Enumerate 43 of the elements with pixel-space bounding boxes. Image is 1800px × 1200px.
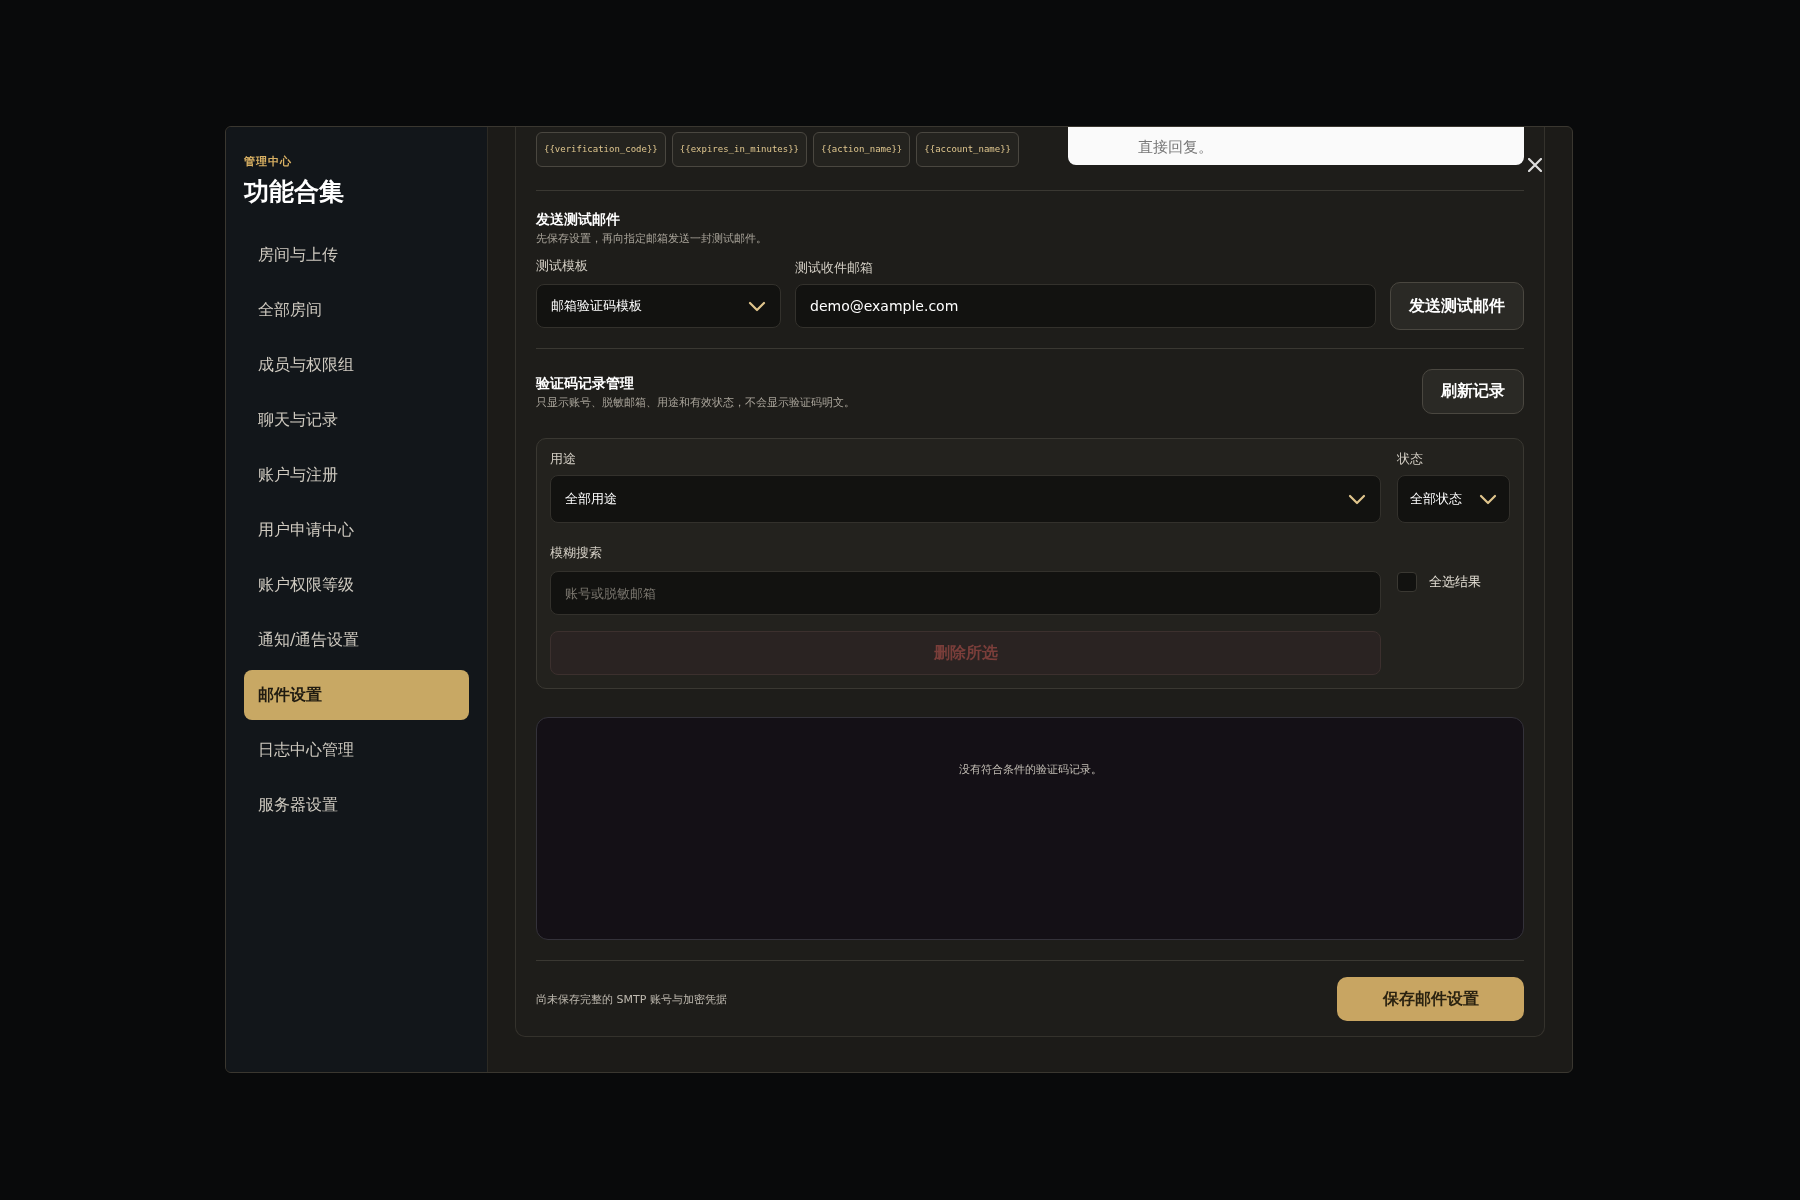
sidebar-eyebrow: 管理中心 bbox=[244, 154, 292, 169]
sidebar-item[interactable]: 服务器设置 bbox=[244, 780, 469, 830]
sidebar-item[interactable]: 房间与上传 bbox=[244, 230, 469, 280]
sidebar-item[interactable]: 日志中心管理 bbox=[244, 725, 469, 775]
refresh-button[interactable]: 刷新记录 bbox=[1422, 369, 1524, 414]
sidebar-item[interactable]: 全部房间 bbox=[244, 285, 469, 335]
field-label: 用途 bbox=[550, 451, 577, 468]
field-label: 模糊搜索 bbox=[550, 545, 603, 562]
sidebar-item[interactable]: 用户申请中心 bbox=[244, 505, 469, 555]
chevron-down-icon bbox=[748, 300, 766, 312]
field-label: 测试模板 bbox=[536, 258, 589, 275]
section-description: 先保存设置，再向指定邮箱发送一封测试邮件。 bbox=[536, 231, 768, 246]
purpose-select[interactable]: 全部用途 bbox=[550, 475, 1381, 523]
field-label: 测试收件邮箱 bbox=[795, 260, 874, 277]
variable-tag: {{verification_code}} bbox=[536, 132, 666, 167]
sidebar-item[interactable]: 账户与注册 bbox=[244, 450, 469, 500]
close-icon[interactable] bbox=[1525, 155, 1545, 175]
search-input[interactable]: 账号或脱敏邮箱 bbox=[550, 571, 1381, 615]
sidebar-item[interactable]: 聊天与记录 bbox=[244, 395, 469, 445]
section-title: 验证码记录管理 bbox=[536, 375, 634, 393]
checkbox[interactable] bbox=[1397, 572, 1417, 592]
chevron-down-icon bbox=[1348, 493, 1366, 505]
variable-tag: {{action_name}} bbox=[813, 132, 911, 167]
chevron-down-icon bbox=[1479, 493, 1497, 505]
notice-text: 直接回复。 bbox=[1138, 138, 1213, 158]
checkbox-label: 全选结果 bbox=[1429, 573, 1481, 591]
section-title: 发送测试邮件 bbox=[536, 211, 620, 229]
empty-message: 没有符合条件的验证码记录。 bbox=[958, 762, 1102, 776]
sidebar-item[interactable]: 通知/通告设置 bbox=[244, 615, 469, 665]
status-select[interactable]: 全部状态 bbox=[1397, 475, 1510, 523]
sidebar-item[interactable]: 邮件设置 bbox=[244, 670, 469, 720]
sidebar-title: 功能合集 bbox=[244, 176, 344, 208]
section-description: 只显示账号、脱敏邮箱、用途和有效状态，不会显示验证码明文。 bbox=[536, 395, 855, 410]
send-test-button[interactable]: 发送测试邮件 bbox=[1390, 282, 1524, 330]
template-select[interactable]: 邮箱验证码模板 bbox=[536, 284, 781, 328]
sidebar-item[interactable]: 成员与权限组 bbox=[244, 340, 469, 390]
status-text: 尚未保存完整的 SMTP 账号与加密凭据 bbox=[536, 991, 727, 1007]
email-input[interactable]: demo@example.com bbox=[795, 284, 1376, 328]
sidebar-item[interactable]: 账户权限等级 bbox=[244, 560, 469, 610]
field-label: 状态 bbox=[1397, 451, 1424, 468]
save-button[interactable]: 保存邮件设置 bbox=[1337, 977, 1524, 1021]
variable-tag: {{expires_in_minutes}} bbox=[671, 132, 807, 167]
variable-tag: {{account_name}} bbox=[916, 132, 1019, 167]
